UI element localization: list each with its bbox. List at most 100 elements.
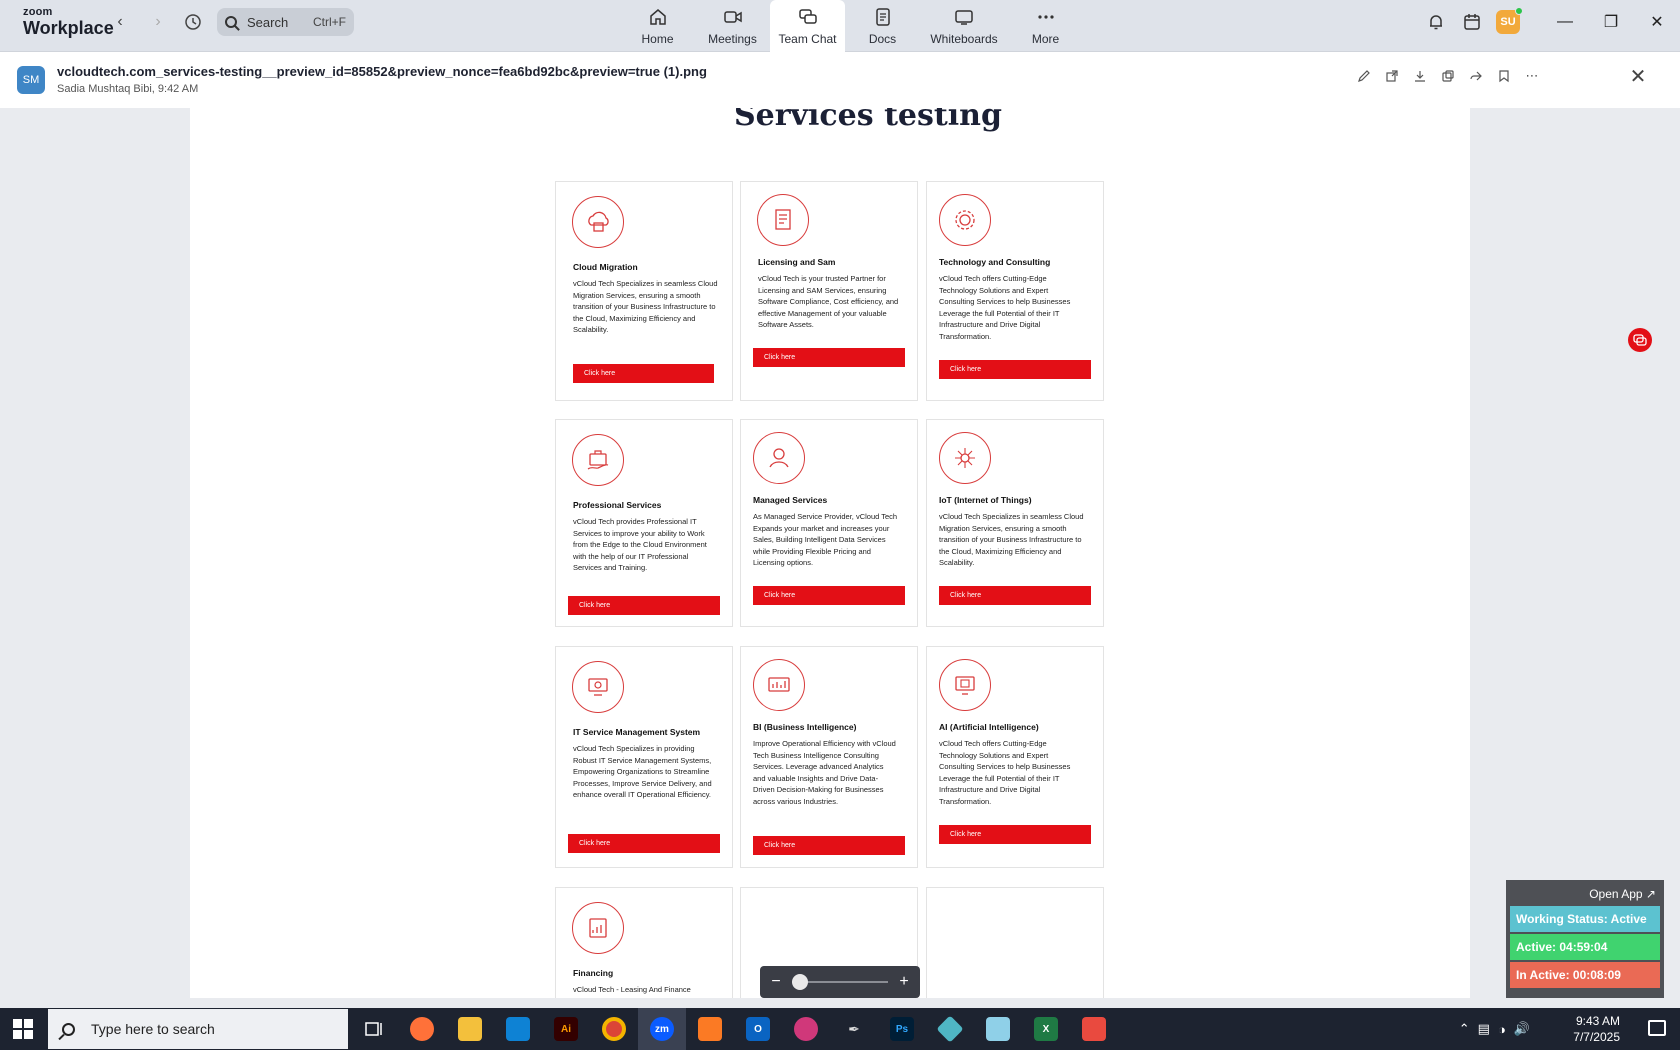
app-titlebar: zoom Workplace ‹ › Search Ctrl+F Home Me… <box>0 0 1680 52</box>
taskbar-clock[interactable]: 9:43 AM 7/7/2025 <box>1573 1013 1620 1045</box>
it-service-management-icon <box>572 661 624 713</box>
empty-card <box>926 887 1104 998</box>
cloud-migration-icon <box>572 196 624 248</box>
click-here-button[interactable]: Click here <box>753 348 905 367</box>
zoom-taskbar-icon[interactable]: zm <box>638 1008 686 1050</box>
back-arrow-icon[interactable]: ‹ <box>110 12 130 32</box>
calendar-icon[interactable] <box>1460 10 1484 34</box>
minimize-button[interactable]: — <box>1542 0 1588 44</box>
search-icon <box>62 1022 75 1036</box>
taskbar-apps: Ai zm O ✒ Ps X <box>350 1008 1118 1050</box>
forward-arrow-icon[interactable]: › <box>148 12 168 32</box>
main-nav-tabs: Home Meetings Team Chat Docs Whiteboards… <box>620 0 1083 52</box>
click-here-button[interactable]: Click here <box>939 825 1091 844</box>
tab-more[interactable]: More <box>1008 0 1083 52</box>
firefox-icon[interactable] <box>398 1008 446 1050</box>
licensing-icon <box>757 194 809 246</box>
service-card: IT Service Management System vCloud Tech… <box>555 646 733 868</box>
click-here-button[interactable]: Click here <box>753 586 905 605</box>
tab-docs[interactable]: Docs <box>845 0 920 52</box>
excel-icon[interactable]: X <box>1022 1008 1070 1050</box>
image-preview-area: Services testing Cloud Migration vCloud … <box>0 108 1680 998</box>
app-diamond-icon[interactable] <box>926 1008 974 1050</box>
tab-team-chat[interactable]: Team Chat <box>770 0 845 52</box>
wifi-icon[interactable]: ◑ <box>1498 1022 1506 1037</box>
restore-button[interactable]: ❐ <box>1588 0 1634 44</box>
titlebar-right: SU — ❐ ✕ <box>1412 0 1680 44</box>
technology-consulting-icon <box>939 194 991 246</box>
bookmark-icon[interactable] <box>1496 68 1512 84</box>
snipping-tool-icon[interactable] <box>1070 1008 1118 1050</box>
page-title: Services testing <box>734 108 1002 133</box>
share-icon[interactable] <box>1468 68 1484 84</box>
home-icon <box>648 8 668 26</box>
system-tray: ⌃ ▤ ◑ 🔊 <box>1451 1008 1530 1050</box>
user-avatar[interactable]: SU <box>1496 7 1523 34</box>
click-here-button[interactable]: Click here <box>568 834 720 853</box>
open-app-link[interactable]: Open App ↗ <box>1510 884 1660 904</box>
tab-whiteboards[interactable]: Whiteboards <box>920 0 1008 52</box>
file-explorer-icon[interactable] <box>446 1008 494 1050</box>
zoom-slider-control: − + <box>760 966 920 998</box>
illustrator-icon[interactable]: Ai <box>542 1008 590 1050</box>
search-box[interactable]: Search Ctrl+F <box>217 8 354 36</box>
chrome-icon[interactable] <box>590 1008 638 1050</box>
outlook-icon[interactable]: O <box>734 1008 782 1050</box>
business-intelligence-icon <box>753 659 805 711</box>
chat-icon <box>798 8 818 26</box>
more-options-icon[interactable]: ⋯ <box>1524 68 1540 84</box>
whiteboard-icon <box>954 8 974 26</box>
service-card: Managed Services As Managed Service Prov… <box>740 419 918 627</box>
edit-icon[interactable] <box>1356 68 1372 84</box>
working-status-widget: Open App ↗ Working Status: Active Active… <box>1506 880 1664 998</box>
working-status: Working Status: Active <box>1510 906 1660 932</box>
zoom-slider[interactable] <box>792 974 888 990</box>
notes-app-icon[interactable] <box>974 1008 1022 1050</box>
close-preview-button[interactable]: ✕ <box>1628 66 1648 88</box>
click-here-button[interactable]: Click here <box>753 836 905 855</box>
vscode-icon[interactable] <box>494 1008 542 1050</box>
tab-meetings[interactable]: Meetings <box>695 0 770 52</box>
photoshop-icon[interactable]: Ps <box>878 1008 926 1050</box>
zoom-in-button[interactable]: + <box>896 973 912 991</box>
managed-services-icon <box>753 432 805 484</box>
service-card: Technology and Consulting vCloud Tech of… <box>926 181 1104 401</box>
windows-start-icon[interactable] <box>13 1019 33 1039</box>
task-view-icon[interactable] <box>350 1008 398 1050</box>
service-card: Cloud Migration vCloud Tech Specializes … <box>555 181 733 401</box>
bell-icon[interactable] <box>1424 10 1448 34</box>
pen-tool-icon[interactable]: ✒ <box>830 1008 878 1050</box>
service-card: AI (Artificial Intelligence) vCloud Tech… <box>926 646 1104 868</box>
search-icon <box>225 16 237 28</box>
copy-icon[interactable] <box>1440 68 1456 84</box>
open-external-icon[interactable] <box>1384 68 1400 84</box>
video-icon <box>723 8 743 26</box>
click-here-button[interactable]: Click here <box>573 364 714 383</box>
network-icon[interactable]: ▤ <box>1478 1021 1490 1037</box>
chevron-up-icon[interactable]: ⌃ <box>1459 1021 1470 1037</box>
window-close-button[interactable]: ✕ <box>1634 0 1680 44</box>
history-icon[interactable] <box>183 12 203 32</box>
professional-services-icon <box>572 434 624 486</box>
sender-avatar: SM <box>17 66 45 94</box>
creative-cloud-icon[interactable] <box>782 1008 830 1050</box>
presence-dot <box>1515 7 1523 15</box>
floating-chat-button[interactable] <box>1628 328 1652 352</box>
zoom-logo: zoom Workplace <box>23 6 114 38</box>
inactive-timer: In Active: 00:08:09 <box>1510 962 1660 988</box>
volume-icon[interactable]: 🔊 <box>1514 1021 1530 1037</box>
notifications-icon[interactable] <box>1648 1020 1666 1036</box>
zoom-slider-handle[interactable] <box>792 974 808 990</box>
xampp-icon[interactable] <box>686 1008 734 1050</box>
taskbar-search-box[interactable]: Type here to search <box>48 1009 348 1049</box>
click-here-button[interactable]: Click here <box>939 360 1091 379</box>
service-card: Licensing and Sam vCloud Tech is your tr… <box>740 181 918 401</box>
click-here-button[interactable]: Click here <box>939 586 1091 605</box>
click-here-button[interactable]: Click here <box>568 596 720 615</box>
tab-home[interactable]: Home <box>620 0 695 52</box>
chat-bubble-icon <box>1633 334 1647 346</box>
service-card: BI (Business Intelligence) Improve Opera… <box>740 646 918 868</box>
more-icon <box>1036 8 1056 26</box>
download-icon[interactable] <box>1412 68 1428 84</box>
zoom-out-button[interactable]: − <box>768 973 784 991</box>
